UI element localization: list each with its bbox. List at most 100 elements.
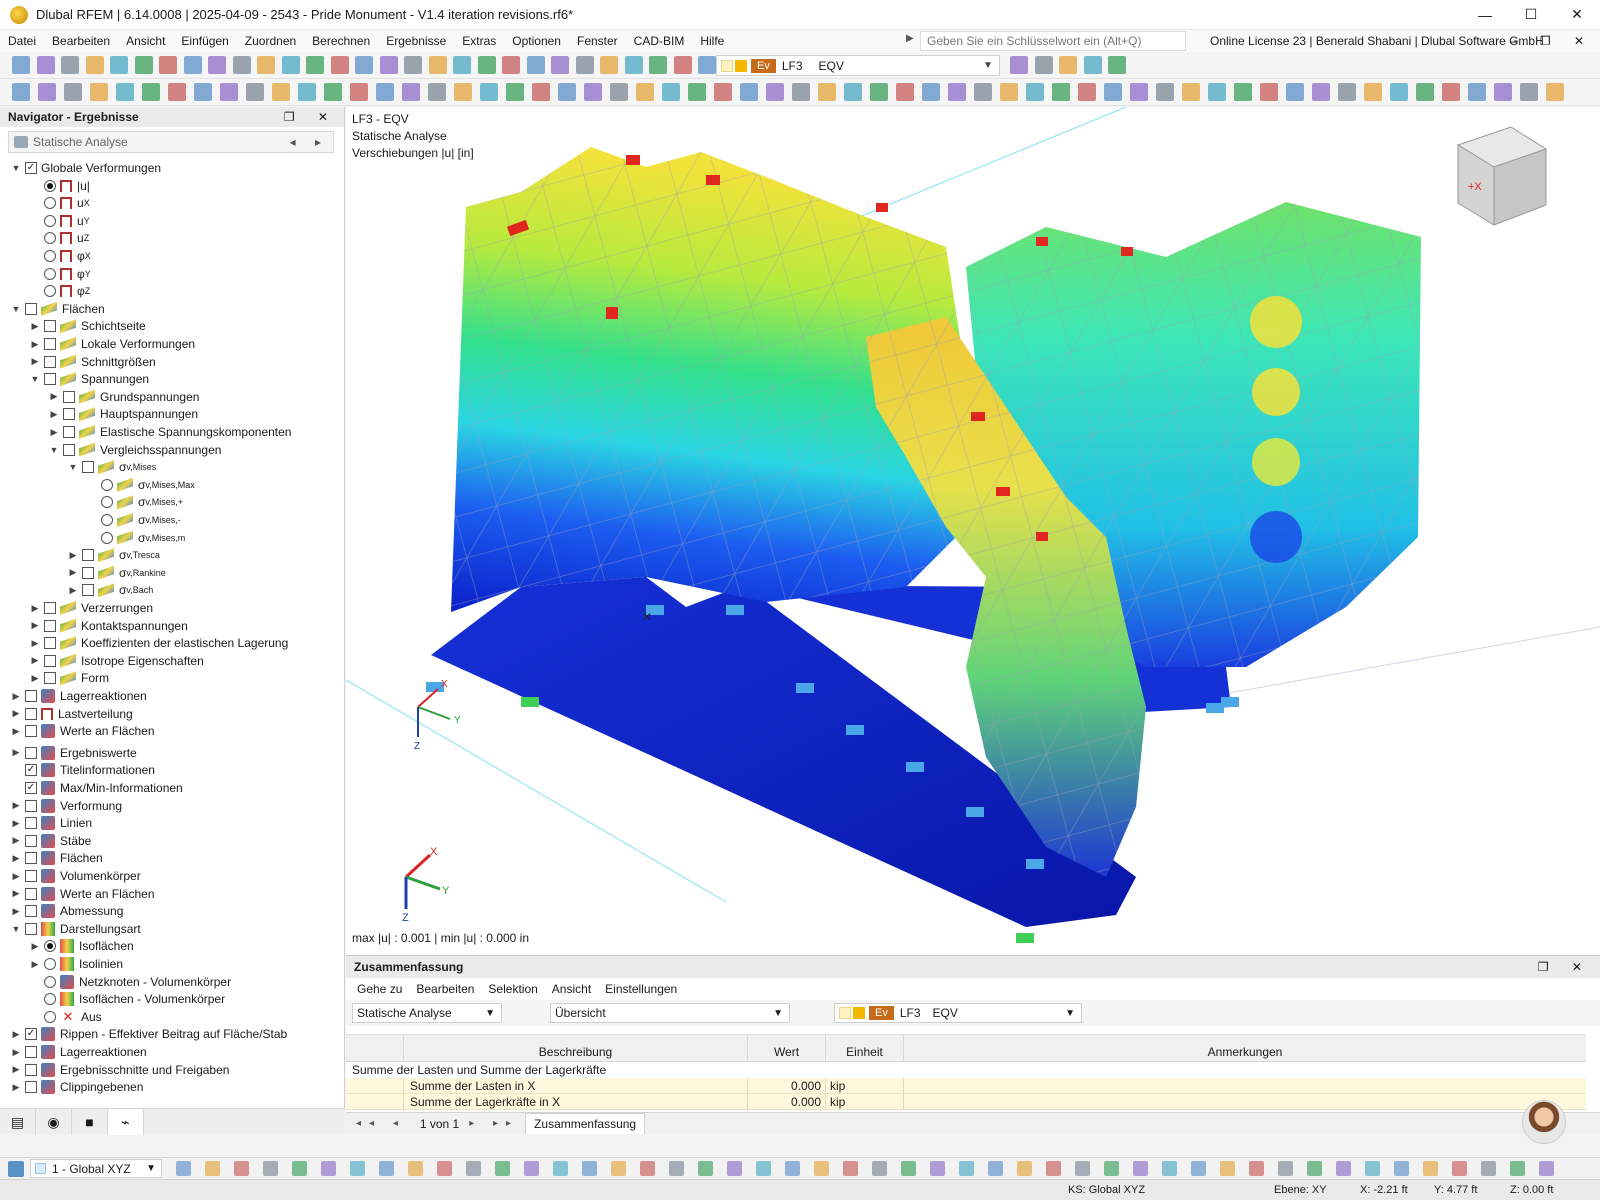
toolbar-tool-icon[interactable] [1312, 83, 1330, 101]
snap-tool-icon[interactable] [1191, 1161, 1206, 1176]
toolbar-tool-icon[interactable] [1130, 83, 1148, 101]
tab-zusammenfassung[interactable]: Zusammenfassung [525, 1113, 646, 1134]
tree-checkbox[interactable] [63, 426, 75, 438]
toolbar-tool-icon[interactable] [376, 83, 394, 101]
toolbar-tool-icon[interactable] [454, 83, 472, 101]
tree-item[interactable]: ▶ Abmessung [10, 902, 123, 920]
tree-checkbox[interactable] [25, 690, 37, 702]
toolbar-tool-icon[interactable] [1416, 83, 1434, 101]
snap-tool-icon[interactable] [756, 1161, 771, 1176]
tree-radio[interactable] [44, 940, 56, 953]
tree-checkbox[interactable] [25, 905, 37, 918]
view-cube[interactable]: +X [1456, 126, 1548, 226]
snap-tool-icon[interactable] [640, 1161, 655, 1176]
tree-item[interactable]: ▶ Isotrope Eigenschaften [29, 652, 204, 670]
toolbar-tool-icon[interactable] [208, 56, 226, 74]
toolbar-tool-icon[interactable] [159, 56, 177, 74]
toolbar-tool-icon[interactable] [480, 83, 498, 101]
toolbar-tool-icon[interactable] [428, 83, 446, 101]
toolbar-tool-icon[interactable] [257, 56, 275, 74]
toolbar-tool-icon[interactable] [90, 83, 108, 101]
toolbar-tool-icon[interactable] [110, 56, 128, 74]
tree-radio[interactable] [44, 993, 56, 1006]
tree-radio[interactable] [101, 478, 113, 491]
close-button[interactable]: ✕ [1554, 0, 1600, 30]
toolbar-tool-icon[interactable] [506, 83, 524, 101]
snap-tool-icon[interactable] [1481, 1161, 1496, 1176]
toolbar-tool-icon[interactable] [272, 83, 290, 101]
tree-item[interactable]: ▶ Elastische Spannungskomponenten [48, 423, 291, 441]
tree-radio[interactable] [101, 531, 113, 544]
model-canvas[interactable]: +X X Y Z X Y Z ✕ [346, 107, 1600, 955]
menu-fenster[interactable]: Fenster [569, 30, 626, 52]
chevron-down-icon[interactable]: ▼ [29, 374, 41, 384]
tree-item[interactable]: ▶ Grundspannungen [48, 388, 199, 406]
tree-checkbox[interactable]: ✓ [25, 782, 37, 794]
menu-datei[interactable]: Datei [0, 30, 44, 52]
tree-item[interactable]: ▶ Kontaktspannungen [29, 617, 188, 635]
toolbar-tool-icon[interactable] [298, 83, 316, 101]
chevron-right-icon[interactable]: ▶ [29, 673, 41, 684]
toolbar-tool-icon[interactable] [1442, 83, 1460, 101]
toolbar-tool-icon[interactable] [1059, 56, 1077, 74]
chevron-down-icon[interactable]: ▼ [67, 462, 79, 472]
chevron-right-icon[interactable]: ▶ [29, 603, 41, 614]
snap-tool-icon[interactable] [669, 1161, 684, 1176]
tree-checkbox[interactable] [25, 852, 37, 865]
tree-item[interactable]: ▶ Volumenkörper [10, 867, 141, 885]
tree-item[interactable]: ▶ Isolinien [29, 955, 123, 973]
tree-checkbox[interactable] [25, 870, 37, 882]
snap-tool-icon[interactable] [1452, 1161, 1467, 1176]
snap-tool-icon[interactable] [727, 1161, 742, 1176]
toolbar-tool-icon[interactable] [792, 83, 810, 101]
snap-tool-icon[interactable] [814, 1161, 829, 1176]
toolbar-tool-icon[interactable] [1078, 83, 1096, 101]
toolbar-tool-icon[interactable] [116, 83, 134, 101]
model-viewport[interactable]: +X X Y Z X Y Z ✕ LF3 - EQV Statische Ana… [346, 107, 1600, 955]
chevron-right-icon[interactable]: ▶ [29, 655, 41, 666]
toolbar-tool-icon[interactable] [714, 83, 732, 101]
chevron-right-icon[interactable]: ▶ [67, 567, 79, 578]
mdi-window-buttons[interactable]: – ❐ ✕ [1510, 30, 1594, 52]
snap-tool-icon[interactable] [1510, 1161, 1525, 1176]
tree-checkbox[interactable] [25, 799, 37, 812]
snap-tool-icon[interactable] [176, 1161, 191, 1176]
tree-item[interactable]: ▶ Verzerrungen [29, 599, 153, 617]
chevron-right-icon[interactable]: ▶ [10, 835, 22, 846]
tree-radio[interactable] [44, 975, 56, 988]
tree-item[interactable]: σ v,Mises,- [86, 511, 181, 529]
toolbar-tool-icon[interactable] [1104, 83, 1122, 101]
menu-bearbeiten[interactable]: Bearbeiten [44, 30, 118, 52]
toolbar-tool-icon[interactable] [64, 83, 82, 101]
toolbar-tool-icon[interactable] [379, 56, 398, 74]
toolbar-tool-icon[interactable] [1546, 83, 1564, 101]
toolbar-tool-icon[interactable] [330, 56, 349, 74]
summary-menu-bearbeiten[interactable]: Bearbeiten [409, 982, 481, 996]
tree-checkbox[interactable] [25, 834, 37, 847]
toolbar-tool-icon[interactable] [922, 83, 940, 101]
tree-item[interactable]: ▶ Lagerreaktionen [10, 1043, 147, 1061]
toolbar-tool-icon[interactable] [85, 56, 104, 74]
snap-tool-icon[interactable] [408, 1161, 423, 1176]
tree-radio[interactable] [44, 179, 56, 192]
snap-tool-icon[interactable] [1104, 1161, 1119, 1176]
tree-checkbox[interactable] [63, 408, 75, 421]
menu-cad-bim[interactable]: CAD-BIM [626, 30, 693, 52]
toolbar-tool-icon[interactable] [818, 83, 836, 101]
table-row[interactable]: Summe der Lagerkräfte in X 0.000 kip [346, 1094, 1586, 1110]
snap-tool-icon[interactable] [292, 1161, 307, 1176]
chevron-right-icon[interactable]: ▶ [29, 620, 41, 631]
menu-ergebnisse[interactable]: Ergebnisse [378, 30, 454, 52]
toolbar-tool-icon[interactable] [1000, 83, 1018, 101]
tree-checkbox[interactable] [44, 619, 56, 632]
summary-menu-selektion[interactable]: Selektion [481, 982, 544, 996]
chevron-right-icon[interactable]: ▶ [10, 1064, 22, 1075]
toolbar-tool-icon[interactable] [600, 56, 618, 74]
toolbar-tool-icon[interactable] [624, 56, 643, 74]
chevron-right-icon[interactable]: ▶ [10, 1047, 22, 1058]
tree-item[interactable]: ▶ Isoflächen [29, 937, 134, 955]
toolbar-tool-icon[interactable] [1520, 83, 1538, 101]
tree-checkbox[interactable] [25, 887, 37, 900]
toolbar-tool-icon[interactable] [38, 83, 56, 101]
tree-checkbox[interactable] [44, 338, 56, 350]
